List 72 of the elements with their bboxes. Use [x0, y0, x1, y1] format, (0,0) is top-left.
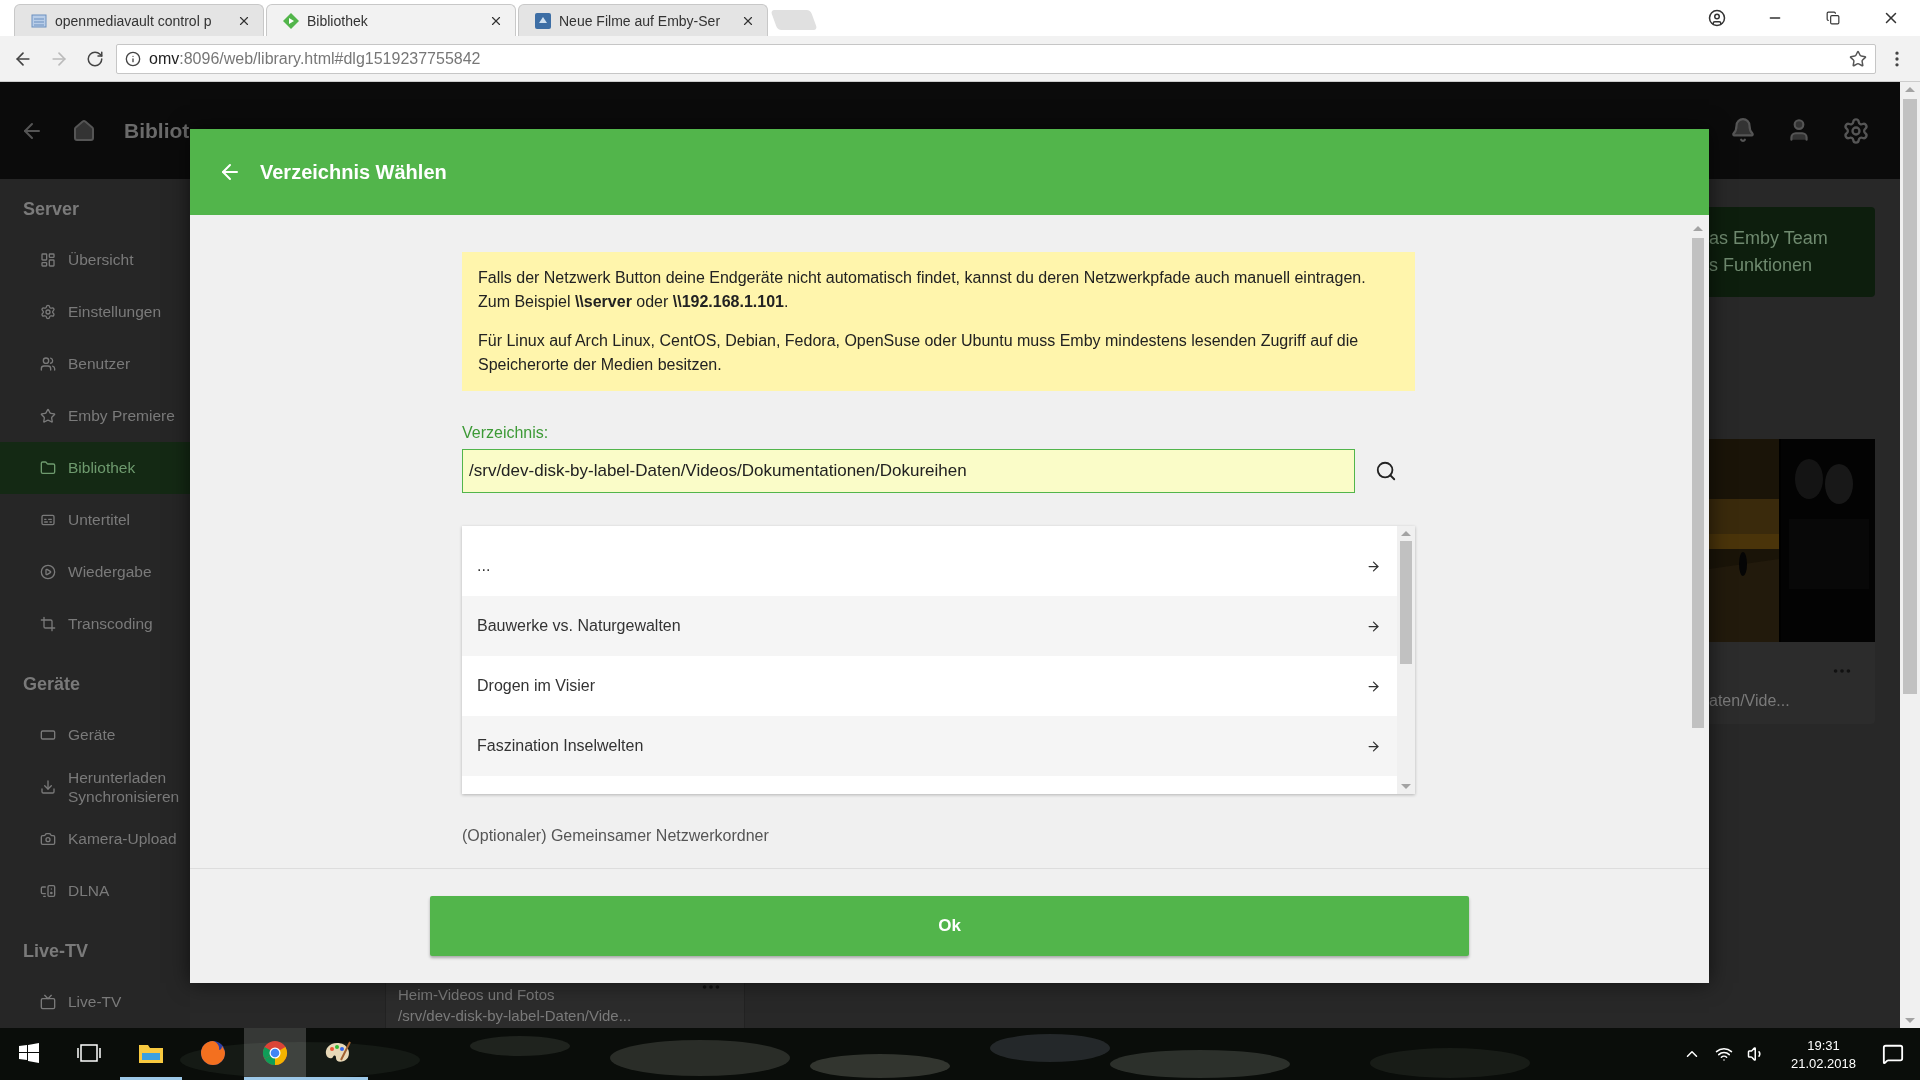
sidebar-item[interactable]: Live-TV [0, 976, 190, 1028]
info-icon [125, 50, 141, 67]
card-caption: aten/Vide... [1709, 691, 1791, 711]
camera-icon [40, 831, 56, 847]
reload-icon[interactable] [86, 49, 104, 68]
sidebar-item[interactable]: Übersicht [0, 234, 190, 286]
folder-icon [40, 460, 56, 476]
notification-icon[interactable] [1882, 1043, 1904, 1065]
device-icon [40, 727, 56, 743]
address-bar[interactable]: omv:8096/web/library.html#dlg1519237755842 [116, 43, 1876, 74]
star-icon [40, 408, 56, 424]
promo-text: as Emby Team [1709, 228, 1829, 249]
field-label: (Optionaler) Gemeinsamer Netzwerkordner [462, 826, 769, 846]
sidebar-item[interactable]: Herunterladen Synchronisieren [0, 761, 190, 813]
search-button[interactable] [1375, 460, 1397, 482]
dialog-title: Verzeichnis Wählen [260, 160, 447, 184]
sidebar-item[interactable]: Transcoding [0, 598, 190, 650]
restore-icon[interactable] [1826, 11, 1840, 25]
section-heading: Geräte [22, 674, 82, 696]
sidebar-item[interactable]: Wiedergabe [0, 546, 190, 598]
diamond-play-icon [283, 12, 299, 29]
clock[interactable]: 19:31 21.02.2018 [1790, 1037, 1856, 1071]
section-heading: Server [22, 199, 81, 221]
settings-icon[interactable] [1842, 116, 1870, 145]
wifi-icon[interactable] [1714, 1045, 1733, 1063]
sidebar-item[interactable]: Untertitel [0, 494, 190, 546]
task-view-icon[interactable] [77, 1042, 101, 1063]
subtitles-icon [40, 512, 56, 528]
cast-screen-icon [40, 883, 56, 899]
section-heading: Live-TV [22, 941, 89, 963]
promo-text: s Funktionen [1709, 255, 1814, 276]
tile-icon [535, 12, 551, 29]
bell-icon[interactable] [1730, 116, 1756, 143]
gear-icon [40, 304, 56, 320]
ok-button[interactable]: Ok [430, 896, 1469, 956]
taskbar-app[interactable] [244, 1028, 306, 1080]
people-icon [40, 356, 56, 372]
arrow-icon [1366, 738, 1381, 754]
play-icon [40, 564, 56, 580]
folder-row[interactable]: Bauwerke vs. Naturgewalten [462, 596, 1397, 656]
round-logo-icon[interactable] [262, 1039, 288, 1066]
browser-tab[interactable]: Bibliothek [266, 4, 516, 36]
download-icon [40, 779, 56, 795]
document-icon [31, 12, 47, 29]
arrow-icon [1366, 618, 1381, 634]
profile-icon[interactable] [1708, 9, 1726, 27]
sidebar-item[interactable]: Geräte [0, 709, 190, 761]
sidebar-item[interactable]: DLNA [0, 865, 190, 917]
info-text: Für Linux auf Arch Linux, CentOS, Debian, Fedora, OpenSuse oder Ubuntu muss Emby mindestens lesenden Zugriff auf die Speicherorte der Medien besitzen. [478, 331, 1360, 375]
field-label: Verzeichnis: [462, 423, 549, 443]
tv-icon [40, 994, 56, 1010]
library-path: /srv/dev-disk-by-label-Daten/Vide... [398, 1007, 632, 1024]
sidebar-item[interactable]: Kamera-Upload [0, 813, 190, 865]
path-field[interactable]: /srv/dev-disk-by-label-Daten/Videos/Dokumentationen/Dokureihen [462, 449, 1355, 493]
page-title: Bibliot [124, 118, 190, 143]
crop-icon [40, 616, 56, 632]
library-title: Heim-Videos und Fotos [398, 986, 555, 1003]
folder-row[interactable]: Faszination Inselwelten [462, 716, 1397, 776]
browser-tab[interactable]: Neue Filme auf Emby-Ser [518, 4, 768, 36]
home-icon[interactable] [72, 118, 96, 143]
browser-tab[interactable]: openmediavault control p [14, 4, 264, 36]
sidebar-item[interactable]: Bibliothek [0, 442, 190, 494]
arrow-icon [1366, 678, 1381, 694]
sidebar-item[interactable]: Benutzer [0, 338, 190, 390]
arrow-icon [1366, 558, 1381, 574]
windows-logo-icon[interactable] [19, 1042, 39, 1063]
info-text: Falls der Netzwerk Button deine Endgeräte nicht automatisch findet, kannst du deren Netzwerkpfade auch manuell eintragen. Zum Beispiel \\server oder \\192.168.1.101. [478, 268, 1367, 312]
dashboard-icon [40, 252, 56, 268]
url-text: omv:8096/web/library.html#dlg1519237755842 [149, 49, 481, 68]
sidebar-item[interactable]: Einstellungen [0, 286, 190, 338]
bookmark-star-icon[interactable] [1849, 49, 1867, 68]
sidebar-item[interactable]: Emby Premiere [0, 390, 190, 442]
